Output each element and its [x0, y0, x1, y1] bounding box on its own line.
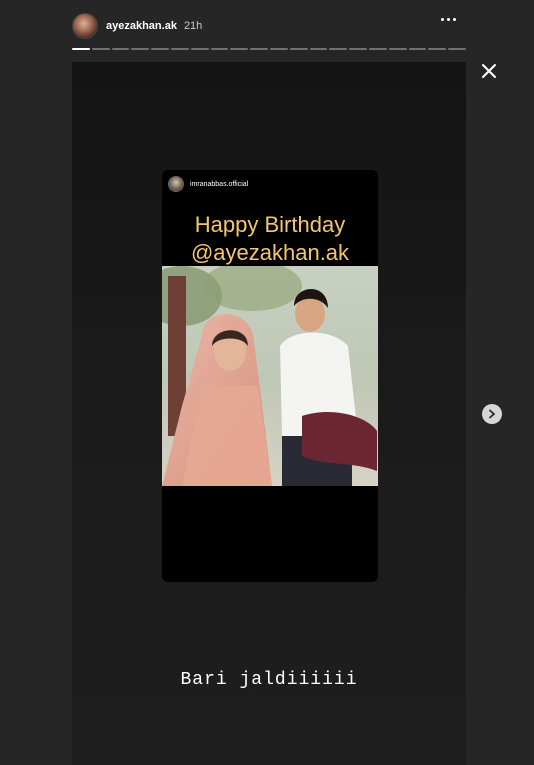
- progress-segment: [151, 48, 169, 50]
- story-progress-bar: [72, 48, 466, 51]
- progress-segment: [309, 48, 328, 50]
- progress-segment: [289, 48, 308, 50]
- post-photo: [162, 266, 378, 486]
- progress-segment: [230, 48, 249, 50]
- progress-segment: [190, 48, 209, 50]
- progress-segment: [131, 48, 150, 50]
- next-story-button[interactable]: [482, 404, 502, 424]
- shared-post-card[interactable]: imranabbas.official Happy Birthday @ayez…: [162, 170, 378, 582]
- progress-segment: [388, 48, 407, 50]
- story-username[interactable]: ayezakhan.ak: [106, 20, 177, 32]
- progress-segment: [428, 48, 447, 50]
- progress-segment: [170, 48, 189, 50]
- headline-line-1: Happy Birthday: [194, 212, 346, 237]
- progress-segment: [368, 48, 387, 50]
- headline-line-2: @ayezakhan.ak: [190, 240, 350, 265]
- story-header: ayezakhan.ak 21h: [72, 10, 466, 42]
- progress-segment: [408, 48, 427, 50]
- progress-segment: [269, 48, 288, 50]
- progress-segment: [448, 48, 466, 50]
- avatar[interactable]: [72, 13, 98, 39]
- progress-segment: [72, 48, 90, 50]
- story-caption: Bari jaldiiiiii: [180, 670, 358, 690]
- progress-segment: [329, 48, 348, 50]
- progress-segment: [210, 48, 229, 50]
- more-horizontal-icon[interactable]: [441, 18, 456, 21]
- shared-post-avatar: [168, 176, 184, 192]
- progress-segment: [349, 48, 367, 50]
- progress-segment: [250, 48, 268, 50]
- shared-post-username: imranabbas.official: [190, 180, 249, 188]
- progress-segment: [111, 48, 130, 50]
- shared-post-header: imranabbas.official: [168, 176, 248, 192]
- story-timestamp: 21h: [183, 20, 203, 32]
- chevron-right-icon: [489, 409, 495, 419]
- progress-segment: [91, 48, 110, 50]
- close-icon[interactable]: [480, 62, 498, 80]
